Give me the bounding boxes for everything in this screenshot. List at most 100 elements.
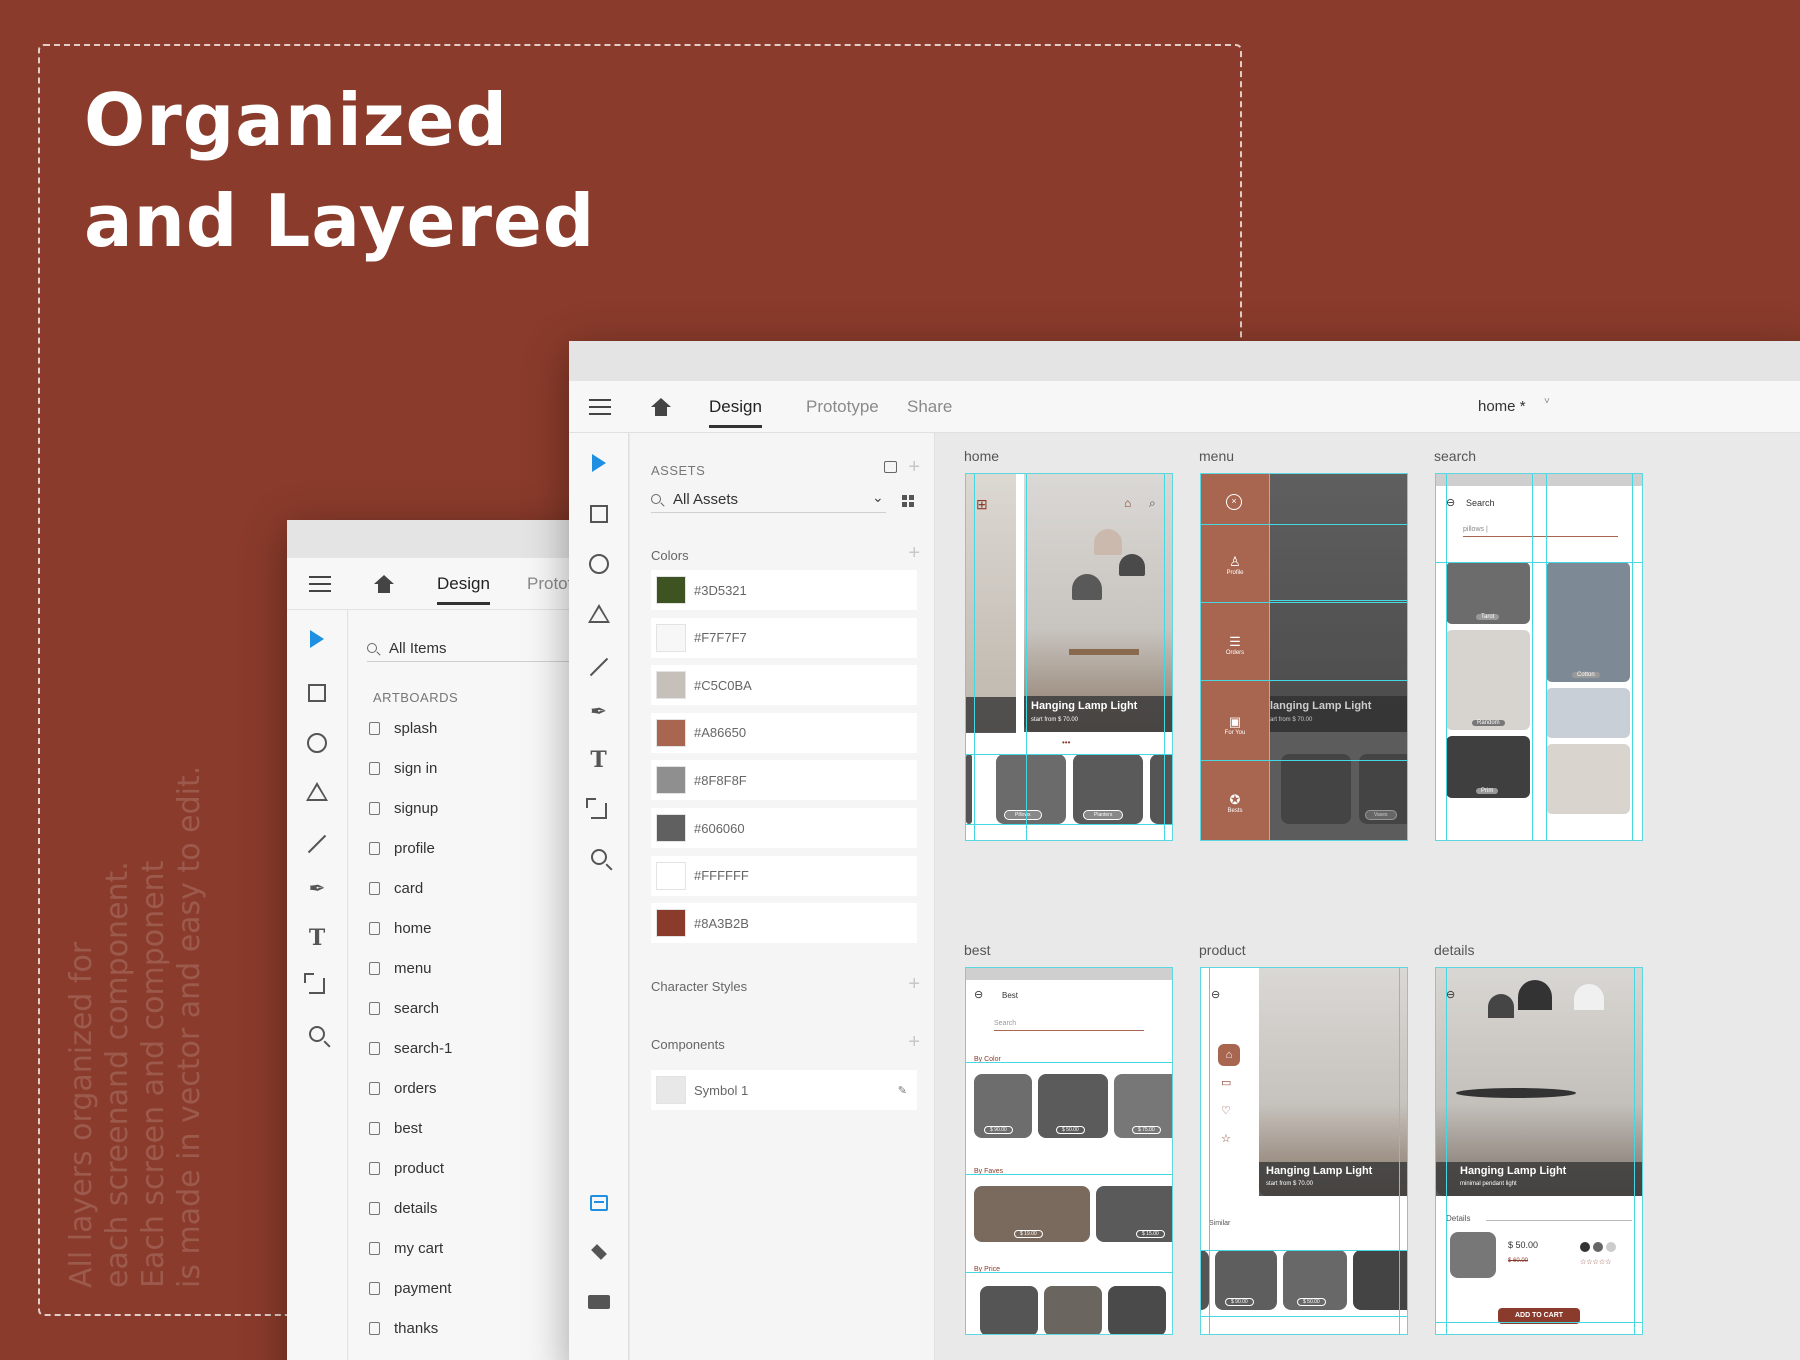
artboard-label-product[interactable]: product	[1199, 942, 1246, 958]
artboard-menu[interactable]: langing Lamp Light art from $ 70.00 × ♙ P…	[1200, 473, 1408, 841]
search-icon[interactable]: ⌕	[1149, 496, 1156, 511]
search-query[interactable]: pillows |	[1463, 526, 1618, 537]
hamburger-icon[interactable]	[589, 399, 611, 415]
artboard-item[interactable]: details	[369, 1196, 437, 1220]
artboard-label-search[interactable]: search	[1434, 448, 1476, 464]
artboard-item[interactable]: my cart	[369, 1236, 443, 1260]
color-option-light[interactable]	[1606, 1242, 1616, 1252]
bag-icon[interactable]: ⌂	[1218, 1044, 1240, 1066]
close-icon[interactable]: ×	[1226, 494, 1242, 510]
menu-item-profile[interactable]: ♙ Profile	[1201, 554, 1269, 576]
tab-prototype[interactable]: Prototype	[806, 397, 879, 417]
rectangle-icon[interactable]	[589, 505, 608, 523]
artboard-item[interactable]: search	[369, 996, 439, 1020]
all-assets-search[interactable]: All Assets	[651, 491, 886, 513]
component-symbol-1[interactable]: Symbol 1 ✎	[651, 1070, 917, 1110]
color-swatch-row[interactable]: #8A3B2B	[651, 903, 917, 944]
color-swatch-row[interactable]: #8F8F8F	[651, 760, 917, 801]
color-swatch-row[interactable]: #606060	[651, 808, 917, 848]
carousel-dots[interactable]: •••	[1062, 738, 1070, 747]
back-icon[interactable]: ⊖	[1211, 988, 1220, 1001]
artboard-item[interactable]: search-1	[369, 1036, 452, 1060]
back-icon[interactable]: ⊖	[974, 988, 983, 1001]
color-swatch-row[interactable]: #C5C0BA	[651, 665, 917, 706]
ellipse-icon[interactable]	[307, 733, 327, 753]
grid-icon[interactable]: ⊞	[976, 496, 988, 513]
rectangle-icon[interactable]	[308, 684, 326, 702]
pen-icon[interactable]: ✒	[588, 701, 610, 723]
artboard-icon[interactable]	[585, 798, 607, 819]
color-swatch-row[interactable]: #F7F7F7	[651, 617, 917, 658]
menu-item-for-you[interactable]: ▣ For You	[1201, 714, 1269, 736]
artboard-product[interactable]: Hanging Lamp Light start from $ 70.00 ⊖ …	[1200, 967, 1408, 1335]
edit-icon[interactable]: ✎	[898, 1084, 907, 1097]
artboard-details[interactable]: Hanging Lamp Light minimal pendant light…	[1435, 967, 1643, 1335]
category-tile-planters[interactable]: Planters	[1073, 754, 1143, 824]
artboard-item[interactable]: best	[369, 1116, 422, 1140]
category-tile-pillows[interactable]: Pillows	[996, 754, 1066, 824]
back-icon[interactable]: ⊖	[1446, 988, 1455, 1001]
back-icon[interactable]: ⊖	[1446, 496, 1455, 509]
star-icon[interactable]: ☆	[1221, 1132, 1231, 1145]
triangle-icon[interactable]	[587, 604, 610, 623]
color-swatch-row[interactable]: #A86650	[651, 712, 917, 753]
zoom-icon[interactable]	[309, 1026, 325, 1042]
design-canvas[interactable]: home menu search best product details Ha…	[935, 433, 1800, 1360]
plugins-icon[interactable]	[587, 1295, 610, 1309]
menu-item-orders[interactable]: ☰ Orders	[1201, 634, 1269, 656]
artboard-item[interactable]: product	[369, 1156, 444, 1180]
color-swatch-row[interactable]: #3D5321	[651, 570, 917, 610]
artboard-search[interactable]: ⊖ Search pillows | Tarot Random Prim Cot…	[1435, 473, 1643, 841]
menu-item-bests[interactable]: ✪ Bests	[1201, 792, 1269, 814]
artboard-icon[interactable]	[304, 973, 325, 994]
artboard-item[interactable]: payment	[369, 1276, 452, 1300]
line-icon[interactable]	[589, 657, 608, 677]
tab-design[interactable]: Design	[437, 574, 490, 605]
artboard-item[interactable]: card	[369, 876, 423, 900]
chevron-down-icon[interactable]: ⌄	[872, 489, 884, 506]
copy-icon[interactable]	[884, 461, 897, 473]
artboard-home[interactable]: Hanging Lamp Light start from $ 70.00 ••…	[965, 473, 1173, 841]
pen-icon[interactable]: ✒	[306, 878, 328, 900]
add-color-icon[interactable]: +	[908, 543, 920, 563]
artboard-item[interactable]: orders	[369, 1076, 437, 1100]
select-arrow-icon[interactable]	[310, 630, 324, 648]
artboard-label-home[interactable]: home	[964, 448, 999, 464]
artboard-best[interactable]: ⊖ Best Search By Color $ 90.00 $ 50.00 $…	[965, 967, 1173, 1335]
document-title[interactable]: home *	[1478, 398, 1526, 415]
color-option-grey[interactable]	[1593, 1242, 1603, 1252]
line-icon[interactable]	[307, 834, 327, 854]
heart-icon[interactable]: ♡	[1221, 1104, 1231, 1117]
tab-design[interactable]: Design	[709, 397, 762, 428]
tab-share[interactable]: Share	[907, 397, 952, 417]
chevron-down-icon[interactable]: ˅	[1544, 396, 1550, 407]
text-icon[interactable]: T	[306, 927, 328, 949]
layers-icon[interactable]	[589, 1243, 609, 1263]
artboard-label-best[interactable]: best	[964, 942, 990, 958]
artboard-item[interactable]: splash	[369, 716, 437, 740]
ellipse-icon[interactable]	[588, 554, 609, 574]
color-option-dark[interactable]	[1580, 1242, 1590, 1252]
artboard-item[interactable]: menu	[369, 956, 432, 980]
artboard-item[interactable]: sign in	[369, 756, 437, 780]
hamburger-icon[interactable]	[309, 576, 331, 592]
text-icon[interactable]: T	[588, 749, 610, 771]
artboard-item[interactable]: signup	[369, 796, 438, 820]
add-character-style-icon[interactable]: +	[908, 974, 920, 994]
artboard-label-menu[interactable]: menu	[1199, 448, 1234, 464]
artboard-item[interactable]: home	[369, 916, 432, 940]
triangle-icon[interactable]	[306, 782, 328, 801]
add-component-icon[interactable]: +	[908, 1032, 920, 1052]
select-arrow-icon[interactable]	[591, 454, 606, 472]
assets-panel-icon[interactable]	[589, 1195, 608, 1211]
artboard-label-details[interactable]: details	[1434, 942, 1474, 958]
bag-icon[interactable]: ⌂	[1124, 496, 1131, 510]
grid-view-icon[interactable]	[902, 495, 914, 507]
artboard-item[interactable]: profile	[369, 836, 435, 860]
chat-icon[interactable]: ▭	[1221, 1076, 1231, 1089]
zoom-icon[interactable]	[590, 849, 607, 865]
artboard-item[interactable]: thanks	[369, 1316, 438, 1340]
home-icon[interactable]	[651, 398, 671, 416]
add-asset-icon[interactable]: +	[908, 457, 920, 477]
color-swatch-row[interactable]: #FFFFFF	[651, 855, 917, 896]
